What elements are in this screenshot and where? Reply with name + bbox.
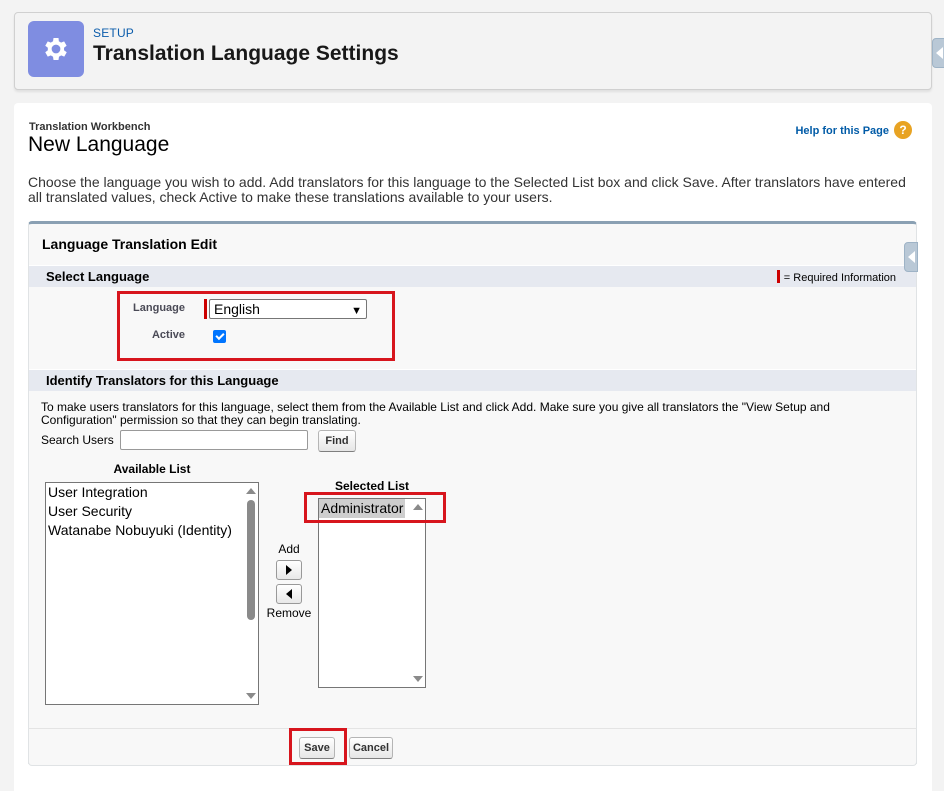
- help-icon[interactable]: ?: [894, 121, 912, 139]
- collapse-tab-panel[interactable]: [904, 242, 918, 272]
- add-button[interactable]: [276, 560, 302, 580]
- arrow-right-icon: [286, 565, 292, 575]
- scrollbar[interactable]: [244, 483, 258, 704]
- help-link[interactable]: Help for this Page: [795, 125, 889, 137]
- scrollbar[interactable]: [411, 499, 425, 687]
- highlight-selected-list: [304, 492, 446, 523]
- breadcrumb: Translation Workbench: [29, 121, 151, 133]
- translators-section: Identify Translators for this Language: [29, 369, 916, 391]
- scroll-thumb[interactable]: [247, 500, 255, 620]
- search-users-label: Search Users: [41, 433, 114, 447]
- translator-instructions: To make users translators for this langu…: [41, 400, 830, 427]
- required-marker: [776, 270, 780, 283]
- list-item[interactable]: User Integration: [46, 483, 258, 502]
- page-title: Translation Language Settings: [93, 42, 399, 65]
- search-users-input[interactable]: [120, 430, 308, 450]
- main-content: Translation Workbench New Language Help …: [14, 103, 932, 791]
- scroll-down-icon[interactable]: [246, 693, 256, 699]
- cancel-button[interactable]: Cancel: [349, 737, 393, 759]
- setup-icon-tile: [28, 21, 84, 77]
- available-list[interactable]: User Integration User Security Watanabe …: [45, 482, 259, 705]
- list-item[interactable]: User Security: [46, 502, 258, 521]
- highlight-save-button: [289, 728, 347, 765]
- page-heading: New Language: [28, 133, 170, 156]
- intro-text: Choose the language you wish to add. Add…: [28, 174, 906, 205]
- page-header: SETUP Translation Language Settings: [14, 12, 932, 90]
- gear-icon: [45, 38, 67, 60]
- add-label: Add: [278, 542, 300, 556]
- setup-label: SETUP: [93, 26, 135, 40]
- highlight-language-fields: [117, 291, 395, 361]
- required-info: = Required Information: [776, 270, 896, 284]
- scroll-down-icon[interactable]: [413, 676, 423, 682]
- section-title: Identify Translators for this Language: [46, 373, 279, 388]
- available-list-label: Available List: [113, 462, 191, 476]
- list-item[interactable]: Watanabe Nobuyuki (Identity): [46, 521, 258, 540]
- selected-list-label: Selected List: [334, 479, 410, 493]
- selected-list[interactable]: Administrator: [318, 498, 426, 688]
- panel-title: Language Translation Edit: [42, 236, 218, 252]
- required-info-label: = Required Information: [783, 272, 896, 284]
- scroll-up-icon[interactable]: [246, 488, 256, 494]
- select-language-section: Select Language = Required Information: [29, 265, 916, 287]
- button-footer: Save Cancel: [28, 728, 917, 766]
- find-button[interactable]: Find: [318, 430, 356, 452]
- arrow-left-icon: [286, 589, 292, 599]
- section-title: Select Language: [46, 269, 150, 284]
- collapse-tab-top[interactable]: [932, 38, 944, 68]
- remove-label: Remove: [266, 606, 312, 620]
- remove-button[interactable]: [276, 584, 302, 604]
